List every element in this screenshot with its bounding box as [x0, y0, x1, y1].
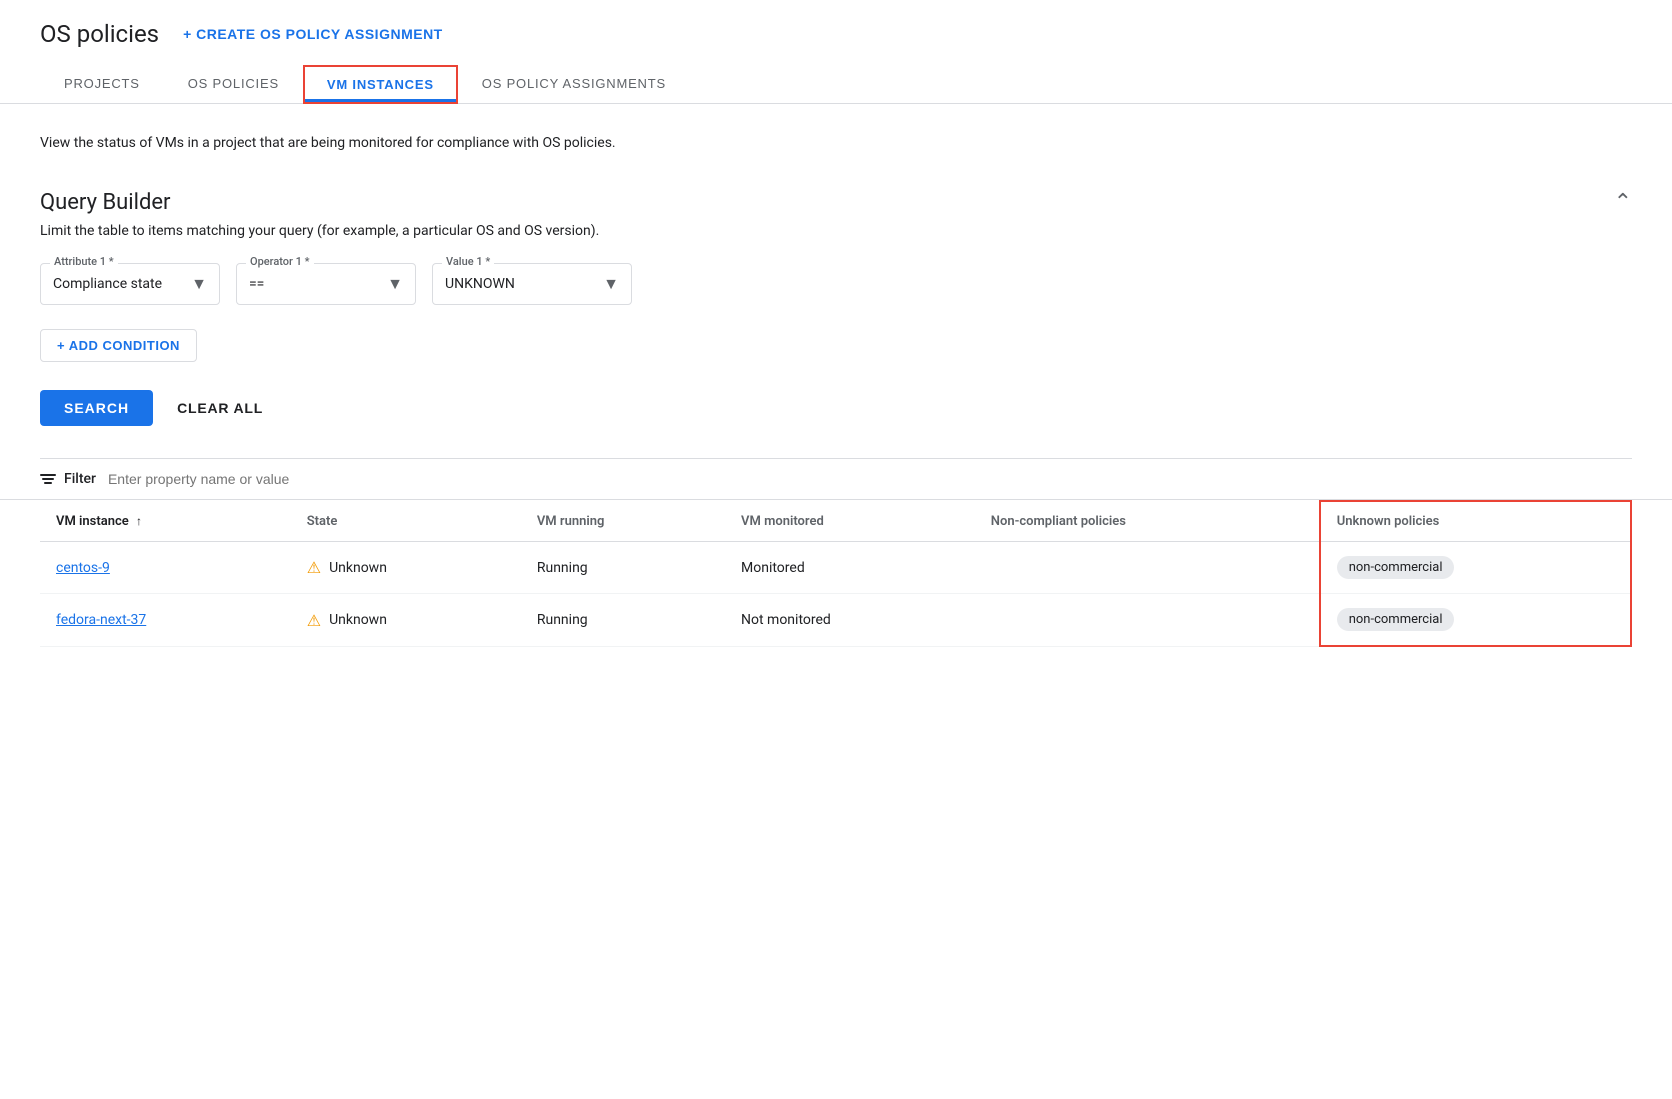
filter-line-2: [42, 478, 54, 480]
cell-vm-instance-1: centos-9: [40, 542, 291, 594]
cell-vm-running-1: Running: [521, 542, 725, 594]
cell-vm-monitored-1: Monitored: [725, 542, 975, 594]
cell-state-1: ⚠ Unknown: [291, 542, 521, 594]
value-value: UNKNOWN: [445, 276, 515, 292]
col-header-vm-instance[interactable]: VM instance ↑: [40, 501, 291, 542]
cell-vm-running-2: Running: [521, 594, 725, 647]
filter-icon-group: Filter: [40, 471, 96, 487]
query-builder-description: Limit the table to items matching your q…: [40, 223, 1632, 239]
col-header-state: State: [291, 501, 521, 542]
col-header-vm-monitored: VM monitored: [725, 501, 975, 542]
unknown-policy-badge-1: non-commercial: [1337, 556, 1455, 579]
unknown-policy-badge-2: non-commercial: [1337, 608, 1455, 631]
value-label: Value 1 *: [442, 255, 494, 268]
attribute-select[interactable]: Compliance state ▼: [40, 263, 220, 305]
attribute-value: Compliance state: [53, 276, 162, 292]
query-builder-section: Query Builder ⌃ Limit the table to items…: [0, 154, 1672, 426]
tab-os-policy-assignments[interactable]: OS POLICY ASSIGNMENTS: [458, 64, 690, 103]
sort-arrow-icon: ↑: [136, 514, 142, 528]
filter-bar: Filter: [0, 459, 1672, 500]
col-header-unknown-policies: Unknown policies: [1320, 501, 1631, 542]
vm-link-centos-9[interactable]: centos-9: [56, 560, 110, 576]
value-select[interactable]: UNKNOWN ▼: [432, 263, 632, 305]
tab-projects[interactable]: PROJECTS: [40, 64, 164, 103]
page-title: OS policies: [40, 20, 159, 48]
filter-label: Filter: [64, 471, 96, 487]
attribute-label: Attribute 1 *: [50, 255, 118, 268]
operator-value: ==: [249, 276, 264, 292]
vm-instances-table: VM instance ↑ State VM running VM monito…: [40, 500, 1632, 647]
attribute-dropdown-arrow-icon: ▼: [191, 274, 207, 294]
filter-line-1: [40, 474, 56, 476]
table-row: centos-9 ⚠ Unknown Running Monitored non…: [40, 542, 1631, 594]
cell-unknown-policies-1: non-commercial: [1320, 542, 1631, 594]
operator-field-group: Operator 1 * == ▼: [236, 263, 416, 305]
vm-instances-table-container: VM instance ↑ State VM running VM monito…: [0, 500, 1672, 647]
tab-os-policies[interactable]: OS POLICIES: [164, 64, 303, 103]
cell-vm-monitored-2: Not monitored: [725, 594, 975, 647]
query-builder-header: Query Builder ⌃: [40, 190, 1632, 215]
page-header: OS policies + CREATE OS POLICY ASSIGNMEN…: [0, 0, 1672, 48]
tab-bar: PROJECTS OS POLICIES VM INSTANCES OS POL…: [0, 64, 1672, 104]
table-header-row: VM instance ↑ State VM running VM monito…: [40, 501, 1631, 542]
cell-vm-instance-2: fedora-next-37: [40, 594, 291, 647]
search-button[interactable]: SEARCH: [40, 390, 153, 426]
cell-state-2: ⚠ Unknown: [291, 594, 521, 647]
condition-row: Attribute 1 * Compliance state ▼ Operato…: [40, 263, 1632, 305]
warning-icon: ⚠: [307, 558, 321, 577]
value-dropdown-arrow-icon: ▼: [603, 274, 619, 294]
filter-funnel-icon: [40, 474, 56, 484]
filter-input[interactable]: [108, 471, 1632, 487]
attribute-field-group: Attribute 1 * Compliance state ▼: [40, 263, 220, 305]
collapse-query-builder-icon[interactable]: ⌃: [1614, 190, 1632, 215]
tab-vm-instances[interactable]: VM INSTANCES: [303, 65, 458, 104]
clear-all-button[interactable]: CLEAR ALL: [177, 400, 263, 416]
cell-unknown-policies-2: non-commercial: [1320, 594, 1631, 647]
operator-select[interactable]: == ▼: [236, 263, 416, 305]
create-os-policy-assignment-button[interactable]: + CREATE OS POLICY ASSIGNMENT: [183, 26, 443, 42]
query-builder-title: Query Builder: [40, 190, 171, 215]
vm-link-fedora-next-37[interactable]: fedora-next-37: [56, 612, 146, 628]
action-row: SEARCH CLEAR ALL: [40, 390, 1632, 426]
operator-dropdown-arrow-icon: ▼: [387, 274, 403, 294]
filter-line-3: [44, 482, 52, 484]
page-description: View the status of VMs in a project that…: [0, 104, 860, 154]
value-field-group: Value 1 * UNKNOWN ▼: [432, 263, 632, 305]
operator-label: Operator 1 *: [246, 255, 314, 268]
warning-icon: ⚠: [307, 611, 321, 630]
cell-non-compliant-2: [975, 594, 1320, 647]
col-header-non-compliant: Non-compliant policies: [975, 501, 1320, 542]
col-header-vm-running: VM running: [521, 501, 725, 542]
cell-non-compliant-1: [975, 542, 1320, 594]
add-condition-button[interactable]: + ADD CONDITION: [40, 329, 197, 362]
table-row: fedora-next-37 ⚠ Unknown Running Not mon…: [40, 594, 1631, 647]
